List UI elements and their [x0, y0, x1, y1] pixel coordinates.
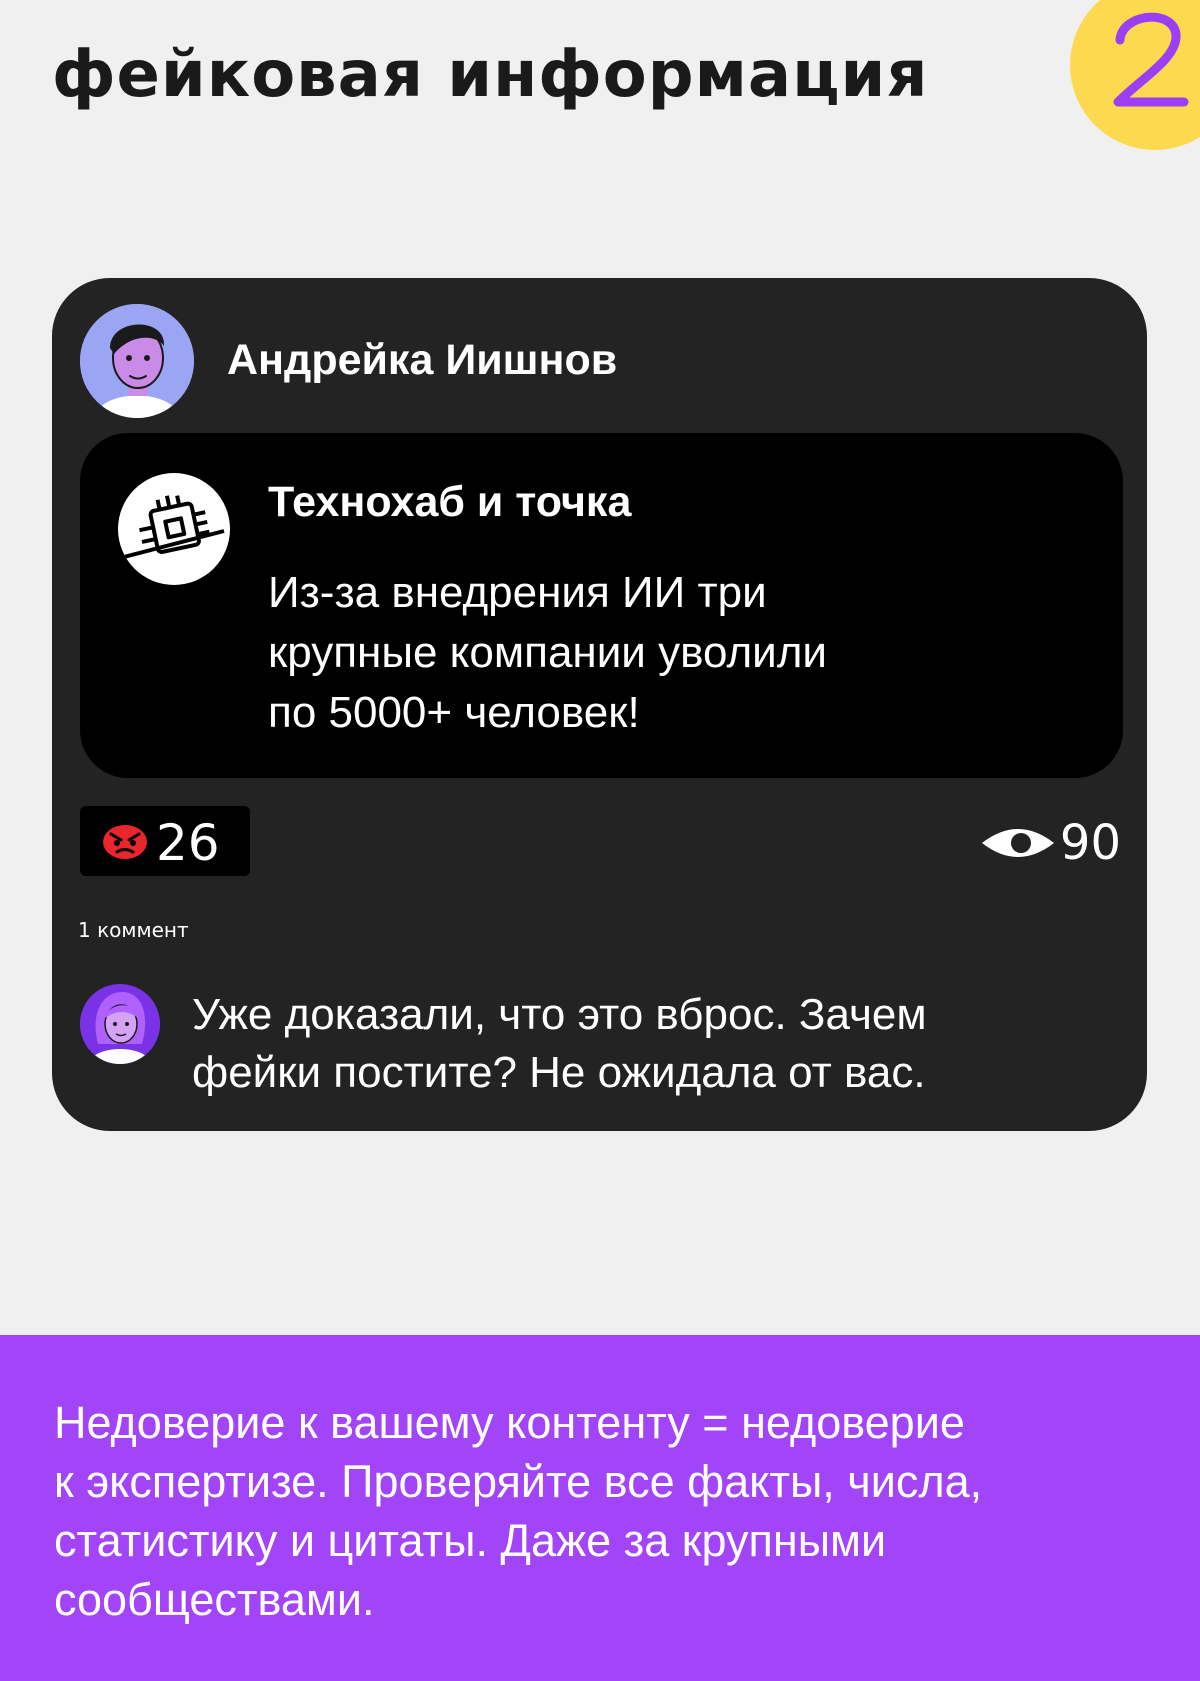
reaction-count: 26: [156, 814, 220, 872]
author-portrait-icon: [80, 304, 194, 418]
eye-icon: [981, 829, 1054, 857]
comment-text: Уже доказали, что это вброс. Зачем фейки…: [192, 990, 927, 1097]
author-avatar[interactable]: [80, 304, 194, 418]
reaction-badge[interactable]: 26: [80, 806, 250, 876]
views-counter: 90: [980, 813, 1121, 873]
page-number-badge: [1070, 0, 1200, 150]
author-name[interactable]: Андрейка Иишнов: [227, 336, 617, 385]
commenter-avatar[interactable]: [80, 984, 160, 1064]
comments-count[interactable]: 1 коммент: [78, 918, 189, 942]
slide-title: фейковая информация: [52, 38, 929, 112]
angry-face-icon: [103, 825, 147, 859]
repost-text: Из-за внедрения ИИ три крупные компании …: [268, 568, 828, 737]
channel-name[interactable]: Технохаб и точка: [268, 478, 631, 527]
commenter-portrait-icon: [80, 984, 160, 1064]
bottom-text: Недоверие к вашему контенту = недоверие …: [54, 1397, 983, 1625]
channel-avatar[interactable]: [118, 473, 230, 585]
repost-card[interactable]: Технохаб и точка Из-за внедрения ИИ три …: [80, 433, 1123, 778]
chip-icon: [123, 495, 225, 559]
bottom-banner: Недоверие к вашему контенту = недоверие …: [0, 1335, 1200, 1681]
post-card: Андрейка Иишнов Технохаб и точка Из-за в…: [52, 278, 1147, 1131]
views-count: 90: [1059, 815, 1121, 871]
page-number-glyph: [1113, 12, 1189, 107]
